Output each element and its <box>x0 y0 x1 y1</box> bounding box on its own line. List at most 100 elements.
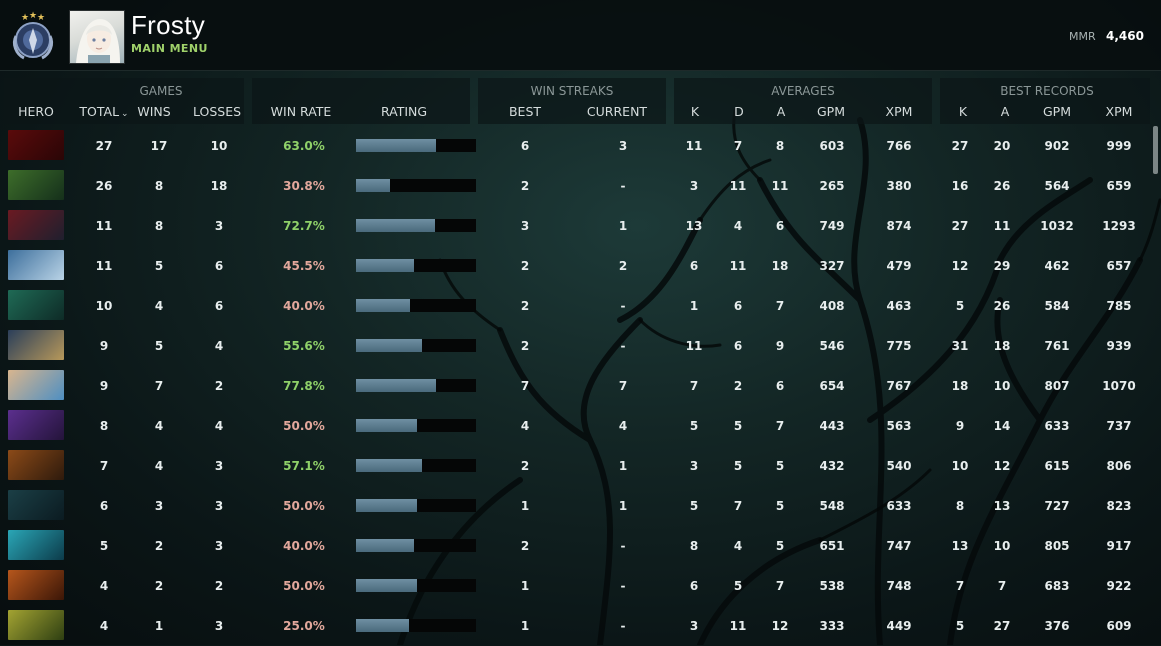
cell-win-rate: 50.0% <box>283 499 325 513</box>
rating-bar <box>356 539 476 552</box>
cell-best-kills: 9 <box>955 419 965 433</box>
hero-blue-storm-icon[interactable] <box>8 250 64 280</box>
hero-orange-demon-icon[interactable] <box>8 570 64 600</box>
column-header-avg-assists[interactable]: A <box>770 104 792 119</box>
table-row[interactable]: 11 8 3 72.7% 3 1 13 4 6 749 874 27 11 1032 1293 <box>0 206 1150 246</box>
column-header-avg-kills[interactable]: K <box>684 104 706 119</box>
cell-best-kills: 5 <box>955 619 965 633</box>
cell-avg-xpm: 540 <box>886 459 912 473</box>
cell-win-rate: 40.0% <box>283 299 325 313</box>
hero-tinker-icon[interactable] <box>8 330 64 360</box>
table-row[interactable]: 4 1 3 25.0% 1 - 3 11 12 333 449 5 27 376 609 <box>0 606 1150 646</box>
scrollbar-thumb[interactable] <box>1153 126 1158 174</box>
hero-red-demon-icon[interactable] <box>8 130 64 160</box>
hero-water-spirit-icon[interactable] <box>8 530 64 560</box>
cell-current-streak: 2 <box>618 259 628 273</box>
table-row[interactable]: 26 8 18 30.8% 2 - 3 11 11 265 380 16 26 564 659 <box>0 166 1150 206</box>
table-row[interactable]: 5 2 3 40.0% 2 - 8 4 5 651 747 13 10 805 917 <box>0 526 1150 566</box>
column-header-avg-deaths[interactable]: D <box>728 104 750 119</box>
column-header-best-xpm[interactable]: XPM <box>1100 104 1138 119</box>
cell-total: 9 <box>99 379 109 393</box>
column-header-current-streak[interactable]: CURRENT <box>584 104 650 119</box>
player-subtitle[interactable]: MAIN MENU <box>131 42 208 55</box>
cell-current-streak: 3 <box>618 139 628 153</box>
cell-best-kills: 5 <box>955 299 965 313</box>
group-label-games: GAMES <box>139 84 183 98</box>
cell-best-xpm: 659 <box>1106 179 1132 193</box>
cell-avg-deaths: 5 <box>733 459 743 473</box>
cell-best-streak: 1 <box>520 579 530 593</box>
cell-wins: 5 <box>154 259 164 273</box>
hero-crystal-maiden-icon[interactable] <box>8 370 64 400</box>
column-header-best-gpm[interactable]: GPM <box>1038 104 1076 119</box>
column-header-best-streak[interactable]: BEST <box>504 104 546 119</box>
rating-bar-fill <box>356 259 414 272</box>
cell-losses: 10 <box>210 139 228 153</box>
avatar[interactable] <box>69 10 125 64</box>
table-row[interactable]: 4 2 2 50.0% 1 - 6 5 7 538 748 7 7 683 922 <box>0 566 1150 606</box>
column-header-win-rate[interactable]: WIN RATE <box>266 104 336 119</box>
column-header-best-kills[interactable]: K <box>952 104 974 119</box>
cell-best-kills: 13 <box>951 539 969 553</box>
cell-losses: 6 <box>214 259 224 273</box>
table-row[interactable]: 10 4 6 40.0% 2 - 1 6 7 408 463 5 26 584 785 <box>0 286 1150 326</box>
cell-current-streak: 4 <box>618 419 628 433</box>
cell-avg-gpm: 546 <box>819 339 845 353</box>
cell-losses: 4 <box>214 419 224 433</box>
column-header-avg-xpm[interactable]: XPM <box>880 104 918 119</box>
table-row[interactable]: 6 3 3 50.0% 1 1 5 7 5 548 633 8 13 727 823 <box>0 486 1150 526</box>
hero-teal-hooded-icon[interactable] <box>8 490 64 520</box>
hero-orange-brute-icon[interactable] <box>8 450 64 480</box>
cell-best-assists: 7 <box>997 579 1007 593</box>
column-header-hero[interactable]: HERO <box>8 104 64 119</box>
column-header-total[interactable]: TOTAL ⌄ <box>76 104 132 119</box>
cell-win-rate: 30.8% <box>283 179 325 193</box>
cell-avg-assists: 5 <box>775 539 785 553</box>
cell-losses: 6 <box>214 299 224 313</box>
cell-wins: 2 <box>154 539 164 553</box>
cell-avg-gpm: 432 <box>819 459 845 473</box>
cell-total: 26 <box>95 179 113 193</box>
column-header-best-assists[interactable]: A <box>994 104 1016 119</box>
rating-bar <box>356 499 476 512</box>
column-header-avg-gpm[interactable]: GPM <box>812 104 850 119</box>
table-row[interactable]: 9 7 2 77.8% 7 7 7 2 6 654 767 18 10 807 1070 <box>0 366 1150 406</box>
cell-avg-assists: 5 <box>775 459 785 473</box>
svg-text:★: ★ <box>21 13 29 23</box>
hero-green-undead-icon[interactable] <box>8 290 64 320</box>
cell-best-xpm: 1293 <box>1102 219 1136 233</box>
group-label-averages: AVERAGES <box>771 84 835 98</box>
column-header-rating[interactable]: RATING <box>374 104 434 119</box>
cell-avg-deaths: 11 <box>729 259 747 273</box>
table-row[interactable]: 8 4 4 50.0% 4 4 5 5 7 443 563 9 14 633 737 <box>0 406 1150 446</box>
cell-best-streak: 1 <box>520 499 530 513</box>
cell-avg-kills: 6 <box>689 579 699 593</box>
rating-bar <box>356 219 476 232</box>
cell-best-assists: 18 <box>993 339 1011 353</box>
cell-win-rate: 57.1% <box>283 459 325 473</box>
table-row[interactable]: 11 5 6 45.5% 2 2 6 11 18 327 479 12 29 462 657 <box>0 246 1150 286</box>
cell-avg-assists: 7 <box>775 299 785 313</box>
cell-avg-kills: 3 <box>689 179 699 193</box>
rating-bar <box>356 139 476 152</box>
cell-avg-gpm: 443 <box>819 419 845 433</box>
column-header-wins[interactable]: WINS <box>134 104 174 119</box>
table-row[interactable]: 7 4 3 57.1% 2 1 3 5 5 432 540 10 12 615 806 <box>0 446 1150 486</box>
cell-avg-assists: 12 <box>771 619 789 633</box>
hero-purple-void-icon[interactable] <box>8 410 64 440</box>
cell-current-streak: - <box>620 339 626 353</box>
table-row[interactable]: 27 17 10 63.0% 6 3 11 7 8 603 766 27 20 902 999 <box>0 126 1150 166</box>
cell-avg-assists: 7 <box>775 419 785 433</box>
rating-bar-fill <box>356 459 422 472</box>
cell-best-gpm: 902 <box>1044 139 1070 153</box>
table-row[interactable]: 9 5 4 55.6% 2 - 11 6 9 546 775 31 18 761 939 <box>0 326 1150 366</box>
cell-best-assists: 10 <box>993 539 1011 553</box>
column-header-losses[interactable]: LOSSES <box>186 104 248 119</box>
hero-yellow-goblin-icon[interactable] <box>8 610 64 640</box>
mmr-value: 4,460 <box>1106 29 1144 43</box>
hero-green-goblin-icon[interactable] <box>8 170 64 200</box>
hero-red-masked-icon[interactable] <box>8 210 64 240</box>
rating-bar <box>356 579 476 592</box>
rating-bar <box>356 339 476 352</box>
rating-bar <box>356 419 476 432</box>
